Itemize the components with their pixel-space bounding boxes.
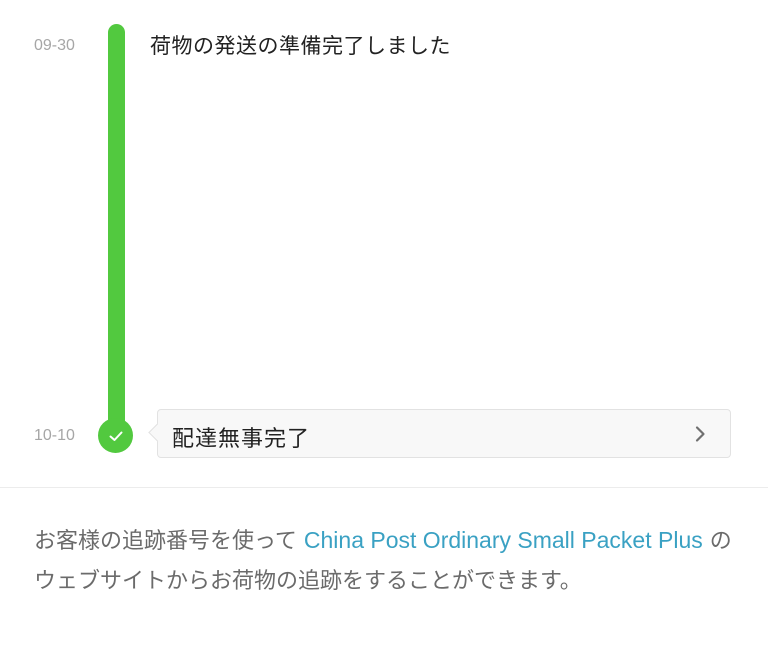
- timeline-progress-bar: [108, 24, 125, 434]
- check-icon: [98, 418, 133, 453]
- event-date: 10-10: [34, 427, 75, 444]
- event-description: 配達無事完了: [172, 427, 311, 452]
- chevron-right-icon: [695, 426, 705, 442]
- info-prefix: お客様の追跡番号を使って: [34, 529, 304, 554]
- delivery-complete-card[interactable]: 配達無事完了: [148, 409, 731, 458]
- event-description: 荷物の発送の準備完了しました: [150, 34, 451, 58]
- section-divider: [0, 487, 768, 488]
- carrier-website-link[interactable]: China Post Ordinary Small Packet Plus: [304, 527, 703, 553]
- tracking-timeline: 09-30 荷物の発送の準備完了しました 10-10 配達無事完了: [0, 0, 768, 487]
- event-date: 09-30: [34, 37, 75, 54]
- tracking-info-text: お客様の追跡番号を使って China Post Ordinary Small P…: [34, 520, 746, 602]
